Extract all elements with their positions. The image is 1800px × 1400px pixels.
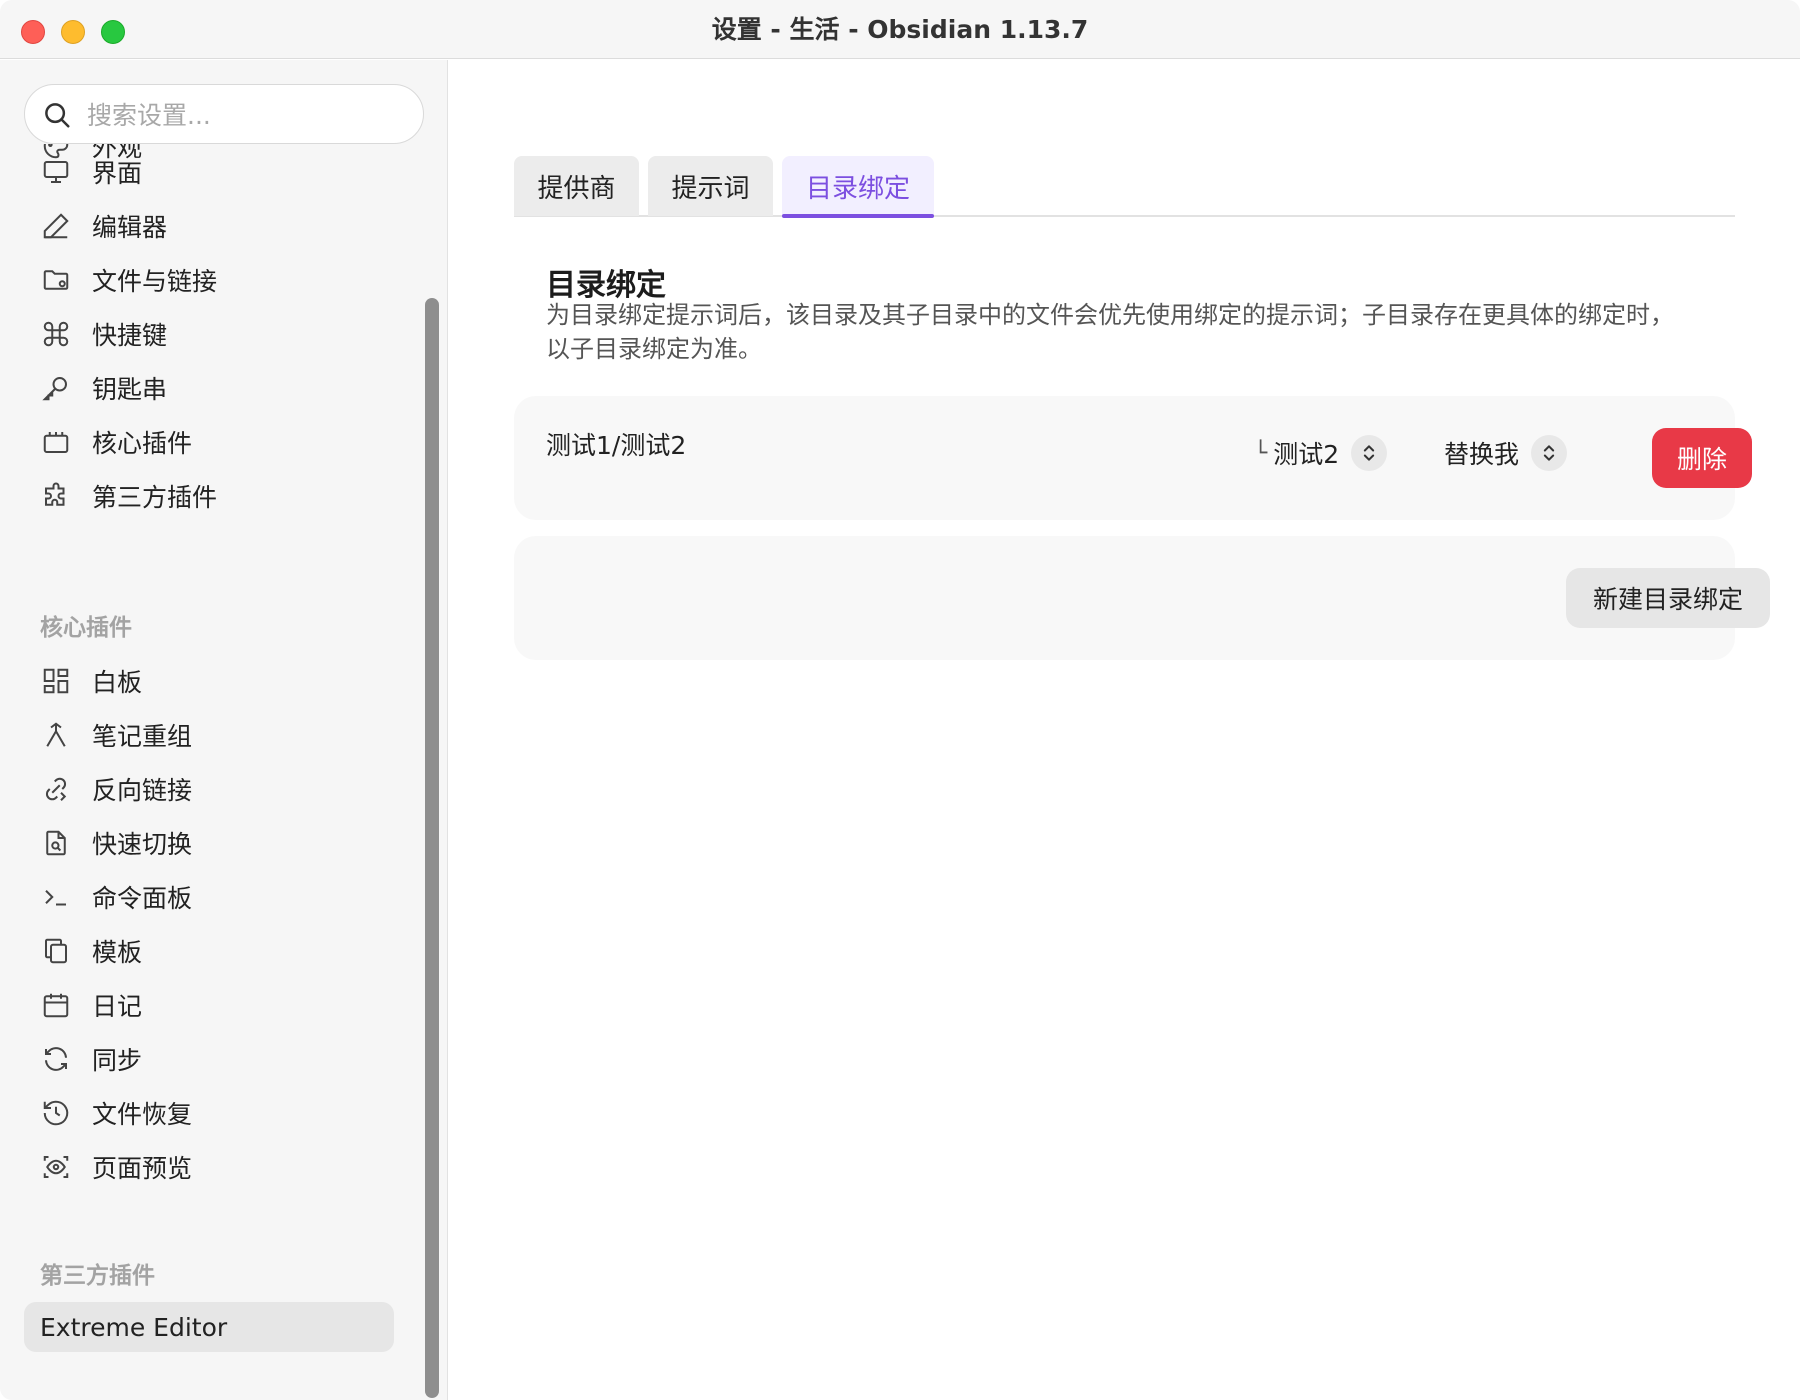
prompt-select-value: 替换我 (1444, 440, 1520, 469)
plug-icon (32, 418, 80, 466)
calendar-icon (32, 981, 80, 1029)
sidebar-item-label: 快速切换 (92, 830, 193, 859)
sidebar-item-templates[interactable]: 模板 (24, 927, 394, 975)
refresh-icon (32, 1035, 80, 1083)
sidebar-item-interface[interactable]: 界面 (24, 148, 394, 196)
directory-select[interactable]: └ 测试2 (1254, 428, 1388, 478)
sidebar-item-command-palette[interactable]: 命令面板 (24, 873, 394, 921)
settings-tabs: 提供商 提示词 目录绑定 (514, 156, 1735, 218)
layout-dashboard-icon (32, 657, 80, 705)
tree-branch-glyph: └ (1254, 440, 1268, 466)
sidebar-item-label: 反向链接 (92, 776, 193, 805)
title-bar: 设置 - 生活 - Obsidian 1.13.7 (0, 0, 1800, 59)
new-binding-button[interactable]: 新建目录绑定 (1566, 568, 1770, 628)
chevrons-up-down-icon (1351, 435, 1388, 471)
command-icon (32, 310, 80, 358)
sidebar-item-label: 编辑器 (92, 213, 168, 242)
sidebar-item-label: 文件与链接 (92, 267, 218, 296)
tab-directory-binding[interactable]: 目录绑定 (782, 156, 934, 218)
scan-eye-icon (32, 1143, 80, 1191)
sidebar-item-label: 快捷键 (92, 321, 168, 350)
sidebar-item-file-recovery[interactable]: 文件恢复 (24, 1089, 394, 1137)
prompt-select[interactable]: 替换我 (1444, 428, 1568, 478)
section-description: 为目录绑定提示词后，该目录及其子目录中的文件会优先使用绑定的提示词；子目录存在更… (546, 301, 1674, 363)
community-plugins-heading: 第三方插件 (40, 1263, 155, 1289)
sidebar-item-sync[interactable]: 同步 (24, 1035, 394, 1083)
tab-providers[interactable]: 提供商 (514, 156, 639, 216)
sidebar-item-label: 界面 (92, 159, 143, 188)
sidebar-item-daily-notes[interactable]: 日记 (24, 981, 394, 1029)
sidebar-item-label: 日记 (92, 992, 143, 1021)
merge-icon (32, 711, 80, 759)
settings-content: 提供商 提示词 目录绑定 目录绑定 为目录绑定提示词后，该目录及其子目录中的文件… (449, 60, 1800, 1400)
delete-binding-button[interactable]: 删除 (1652, 428, 1752, 488)
sidebar-item-note-composer[interactable]: 笔记重组 (24, 711, 394, 759)
sidebar-item-label: 页面预览 (92, 1154, 193, 1183)
sidebar-item-label: 核心插件 (92, 429, 193, 458)
sidebar-item-backlinks[interactable]: 反向链接 (24, 765, 394, 813)
binding-row: 测试1/测试2 └ 测试2 替换我 删除 (514, 396, 1752, 520)
sidebar-scrollbar[interactable] (425, 298, 439, 1398)
sidebar-item-label: 钥匙串 (92, 375, 168, 404)
search-box[interactable] (24, 84, 424, 144)
sidebar-item-label: 白板 (92, 668, 143, 697)
sidebar-item-core-plugins[interactable]: 核心插件 (24, 418, 394, 466)
folder-cog-icon (32, 256, 80, 304)
binding-path: 测试1/测试2 (546, 431, 687, 460)
monitor-icon (32, 148, 80, 196)
search-input[interactable] (87, 95, 407, 135)
sidebar-item-label: 文件恢复 (92, 1100, 193, 1129)
sidebar-item-page-preview[interactable]: 页面预览 (24, 1143, 394, 1191)
sidebar-item-files-links[interactable]: 文件与链接 (24, 256, 394, 304)
sidebar-item-label: 命令面板 (92, 884, 193, 913)
pencil-icon (32, 202, 80, 250)
core-plugins-heading: 核心插件 (40, 615, 132, 641)
sidebar-item-label: 第三方插件 (92, 483, 218, 512)
sidebar-item-editor[interactable]: 编辑器 (24, 202, 394, 250)
tab-prompts[interactable]: 提示词 (648, 156, 773, 216)
sidebar-item-label: 模板 (92, 938, 143, 967)
window-title: 设置 - 生活 - Obsidian 1.13.7 (711, 15, 1089, 44)
settings-window: 设置 - 生活 - Obsidian 1.13.7 外观 界面 (0, 0, 1800, 1400)
sidebar-item-hotkeys[interactable]: 快捷键 (24, 310, 394, 358)
puzzle-icon (32, 472, 80, 520)
copy-icon (32, 927, 80, 975)
actions-row: 新建目录绑定 (514, 536, 1770, 660)
sidebar-item-keychain[interactable]: 钥匙串 (24, 364, 394, 412)
sidebar-item-label: 同步 (92, 1046, 143, 1075)
settings-sidebar: 外观 界面 编辑器 文件与链接 快捷键 (0, 60, 448, 1400)
sidebar-item-extreme-editor[interactable]: Extreme Editor (24, 1302, 394, 1352)
sidebar-item-community-plugins[interactable]: 第三方插件 (24, 472, 394, 520)
terminal-icon (32, 873, 80, 921)
chevrons-up-down-icon (1531, 435, 1568, 471)
key-icon (32, 364, 80, 412)
file-search-icon (32, 819, 80, 867)
backlink-icon (32, 765, 80, 813)
search-icon (45, 103, 70, 128)
sidebar-item-quick-switcher[interactable]: 快速切换 (24, 819, 394, 867)
sidebar-item-label: Extreme Editor (40, 1312, 228, 1342)
sidebar-item-canvas[interactable]: 白板 (24, 657, 394, 705)
directory-select-value: 测试2 (1273, 440, 1340, 469)
sidebar-item-label: 笔记重组 (92, 722, 193, 751)
history-icon (32, 1089, 80, 1137)
